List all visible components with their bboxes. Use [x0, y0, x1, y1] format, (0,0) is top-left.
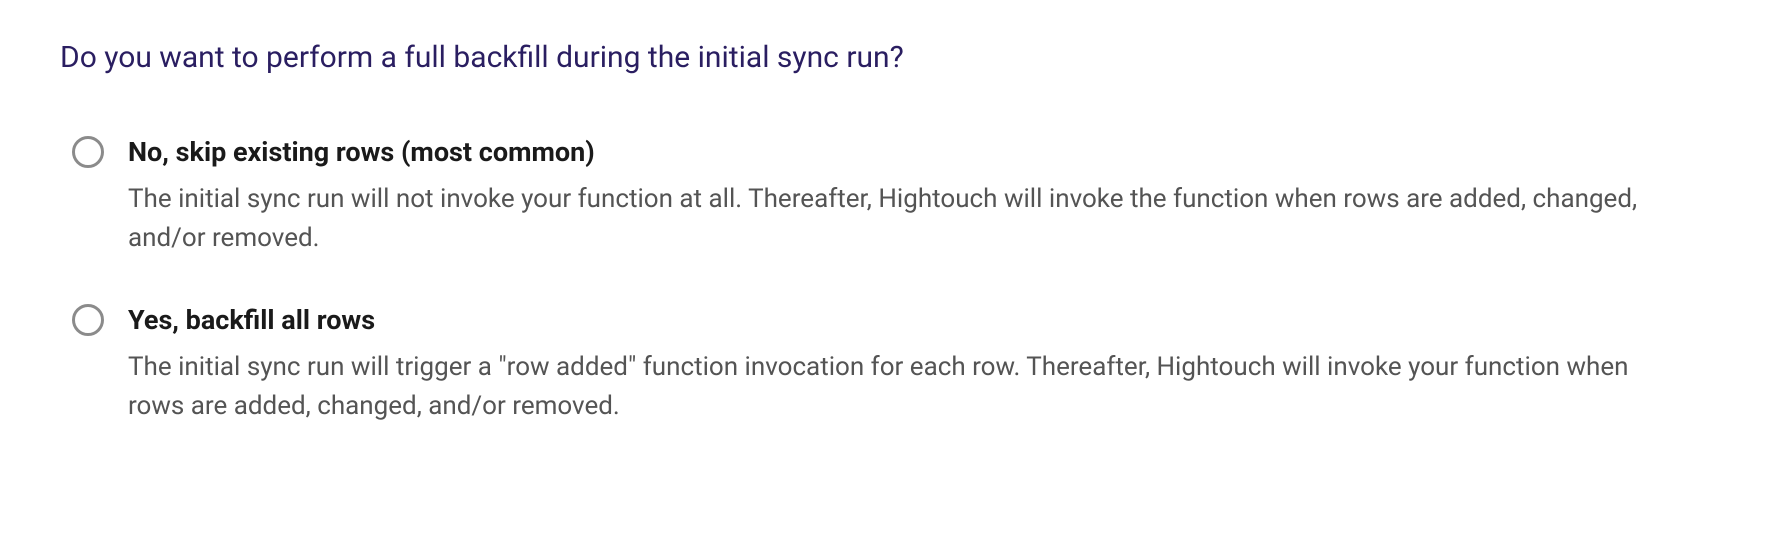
radio-content: Yes, backfill all rows The initial sync … — [128, 303, 1668, 426]
radio-label-backfill: Yes, backfill all rows — [128, 303, 1668, 338]
radio-description-skip: The initial sync run will not invoke you… — [128, 180, 1668, 258]
radio-option-skip[interactable]: No, skip existing rows (most common) The… — [60, 135, 1720, 258]
question-heading: Do you want to perform a full backfill d… — [60, 40, 1720, 75]
radio-button-icon — [72, 136, 104, 168]
radio-option-backfill[interactable]: Yes, backfill all rows The initial sync … — [60, 303, 1720, 426]
radio-button-icon — [72, 304, 104, 336]
radio-group: No, skip existing rows (most common) The… — [60, 135, 1720, 426]
radio-description-backfill: The initial sync run will trigger a "row… — [128, 348, 1668, 426]
radio-content: No, skip existing rows (most common) The… — [128, 135, 1668, 258]
radio-label-skip: No, skip existing rows (most common) — [128, 135, 1668, 170]
